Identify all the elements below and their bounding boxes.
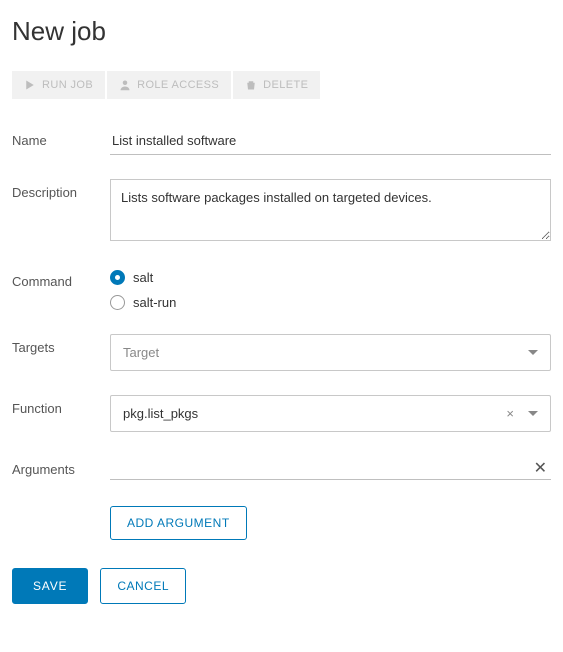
chevron-down-icon (528, 350, 538, 355)
delete-label: DELETE (263, 79, 308, 91)
description-label: Description (12, 179, 110, 200)
radio-selected-icon (110, 270, 125, 285)
targets-select[interactable]: Target (110, 334, 551, 371)
trash-icon (245, 79, 257, 91)
argument-row: ✕ (110, 456, 551, 480)
name-input[interactable] (110, 127, 551, 155)
targets-label: Targets (12, 334, 110, 355)
cancel-button[interactable]: CANCEL (100, 568, 186, 604)
radio-unselected-icon (110, 295, 125, 310)
clear-function-icon[interactable]: × (506, 407, 514, 420)
page-title: New job (12, 16, 551, 47)
command-radio-salt-run[interactable]: salt-run (110, 295, 551, 310)
toolbar: RUN JOB ROLE ACCESS DELETE (12, 71, 551, 99)
role-access-label: ROLE ACCESS (137, 79, 219, 91)
function-select[interactable]: pkg.list_pkgs × (110, 395, 551, 432)
function-label: Function (12, 395, 110, 416)
command-radio-salt-run-label: salt-run (133, 295, 176, 310)
footer-actions: SAVE CANCEL (12, 568, 551, 604)
add-argument-button[interactable]: ADD ARGUMENT (110, 506, 247, 540)
run-job-button[interactable]: RUN JOB (12, 71, 105, 99)
remove-argument-icon[interactable]: ✕ (530, 458, 551, 478)
run-job-label: RUN JOB (42, 79, 93, 91)
name-label: Name (12, 127, 110, 148)
command-label: Command (12, 268, 110, 289)
user-icon (119, 79, 131, 91)
chevron-down-icon (528, 411, 538, 416)
function-value: pkg.list_pkgs (123, 406, 506, 421)
targets-placeholder: Target (123, 345, 520, 360)
command-radio-salt[interactable]: salt (110, 270, 551, 285)
command-radio-group: salt salt-run (110, 268, 551, 310)
save-button[interactable]: SAVE (12, 568, 88, 604)
role-access-button[interactable]: ROLE ACCESS (107, 71, 231, 99)
description-textarea[interactable]: Lists software packages installed on tar… (110, 179, 551, 241)
run-icon (24, 79, 36, 91)
arguments-label: Arguments (12, 456, 110, 477)
delete-button[interactable]: DELETE (233, 71, 320, 99)
command-radio-salt-label: salt (133, 270, 153, 285)
